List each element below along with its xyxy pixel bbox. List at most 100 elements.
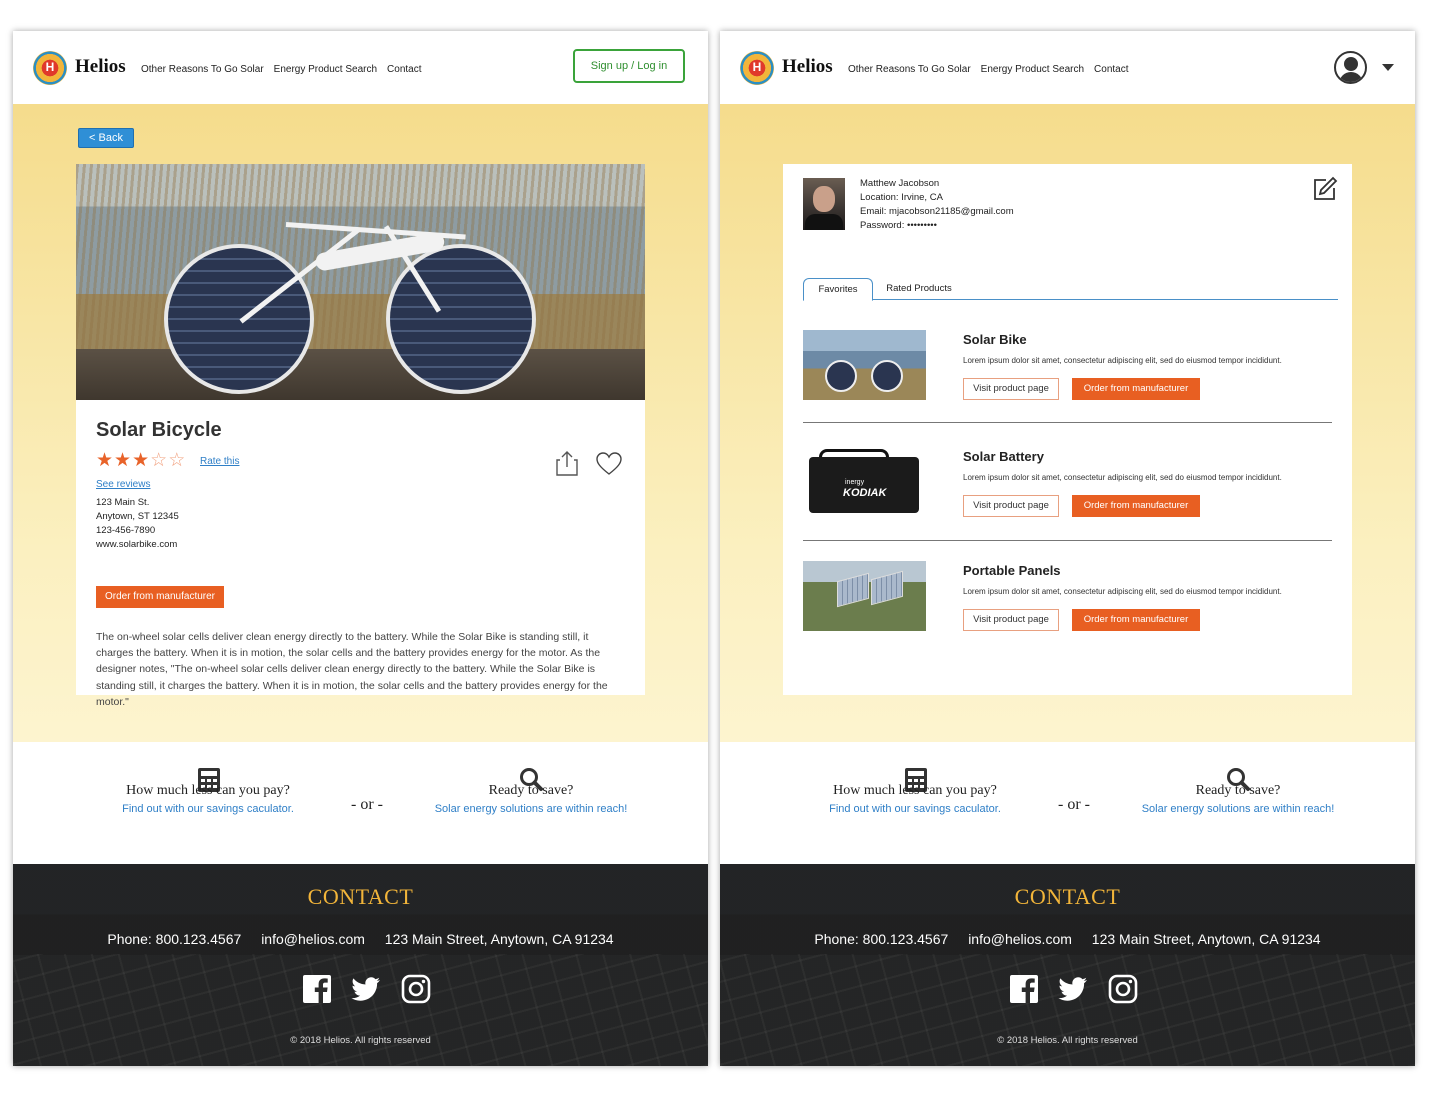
save-link[interactable]: Solar energy solutions are within reach!: [1108, 803, 1368, 815]
footer-phone: Phone: 800.123.4567: [107, 931, 242, 947]
footer: CONTACT Phone: 800.123.4567 info@helios.…: [13, 864, 708, 1066]
calc-link[interactable]: Find out with our savings caculator.: [785, 803, 1045, 815]
profile-name: Matthew Jacobson: [860, 178, 940, 189]
product-description: The on-wheel solar cells deliver clean e…: [96, 631, 608, 708]
panel-shape: [871, 570, 903, 606]
calc-question: How much less can you pay?: [126, 783, 290, 798]
contact-info: Phone: 800.123.4567 info@helios.com 123 …: [13, 931, 708, 947]
visit-product-button[interactable]: Visit product page: [963, 609, 1059, 631]
twitter-icon[interactable]: [351, 974, 381, 1004]
item-description: Lorem ipsum dolor sit amet, consectetur …: [963, 356, 1282, 365]
nav-other-reasons[interactable]: Other Reasons To Go Solar: [848, 64, 971, 75]
profile-face: [813, 186, 835, 212]
signup-login-button[interactable]: Sign up / Log in: [573, 49, 685, 83]
item-name[interactable]: Solar Bike: [963, 332, 1027, 347]
star-empty-icon[interactable]: ☆: [150, 451, 167, 470]
share-icon[interactable]: [555, 450, 579, 476]
profile-shirt: [805, 214, 843, 230]
order-from-manufacturer-button[interactable]: Order from manufacturer: [96, 586, 224, 608]
facebook-icon[interactable]: [302, 974, 332, 1004]
item-name[interactable]: Portable Panels: [963, 563, 1061, 578]
contact-heading: CONTACT: [307, 884, 414, 909]
order-from-manufacturer-button[interactable]: Order from manufacturer: [1072, 495, 1200, 517]
footer-address: 123 Main Street, Anytown, CA 91234: [1091, 931, 1321, 947]
copyright: © 2018 Helios. All rights reserved: [290, 1035, 431, 1046]
star-empty-icon[interactable]: ☆: [168, 451, 185, 470]
address-line2: Anytown, ST 12345: [96, 511, 179, 522]
item-name[interactable]: Solar Battery: [963, 449, 1044, 464]
nav-other-reasons[interactable]: Other Reasons To Go Solar: [141, 64, 264, 75]
edit-icon[interactable]: [1312, 176, 1338, 202]
nav-contact[interactable]: Contact: [1094, 64, 1128, 75]
portable-panels-thumbnail[interactable]: [803, 561, 926, 631]
product-details: Solar Bicycle ★ ★ ★ ☆ ☆ Rate this See re…: [96, 419, 626, 708]
avatar-body: [1339, 72, 1363, 82]
profile-location: Location: Irvine, CA: [860, 192, 943, 203]
battery-brand: inergy: [845, 479, 865, 486]
save-question: Ready to save?: [1195, 783, 1281, 798]
battery-model: KODIAK: [843, 487, 887, 499]
rate-this-link[interactable]: Rate this: [200, 456, 239, 467]
calc-link[interactable]: Find out with our savings caculator.: [78, 803, 338, 815]
footer-address: 123 Main Street, Anytown, CA 91234: [384, 931, 614, 947]
see-reviews-link[interactable]: See reviews: [96, 479, 150, 490]
solar-battery-thumbnail[interactable]: inergy KODIAK: [803, 447, 926, 517]
website[interactable]: www.solarbike.com: [96, 538, 179, 552]
brand-name[interactable]: Helios: [782, 56, 833, 78]
product-search-promo: Ready to save? Solar energy solutions ar…: [1108, 742, 1368, 815]
visit-product-button[interactable]: Visit product page: [963, 495, 1059, 517]
visit-product-button[interactable]: Visit product page: [963, 378, 1059, 400]
brand-name[interactable]: Helios: [75, 56, 126, 78]
favorite-item: Portable Panels Lorem ipsum dolor sit am…: [803, 561, 1333, 661]
logo-letter: H: [45, 60, 55, 74]
solar-bike-thumbnail[interactable]: [803, 330, 926, 400]
heart-icon[interactable]: [596, 452, 622, 476]
main-nav: Other Reasons To Go Solar Energy Product…: [141, 64, 422, 75]
footer-background-panels: [720, 954, 1415, 1066]
twitter-icon[interactable]: [1058, 974, 1088, 1004]
back-button[interactable]: < Back: [78, 128, 134, 148]
profile-info: Matthew Jacobson Location: Irvine, CA Em…: [860, 177, 1014, 233]
tab-rated-products[interactable]: Rated Products: [881, 278, 957, 300]
product-title: Solar Bicycle: [96, 419, 222, 441]
nav-contact[interactable]: Contact: [387, 64, 421, 75]
star-filled-icon[interactable]: ★: [132, 451, 149, 470]
footer-email[interactable]: info@helios.com: [261, 931, 365, 947]
user-avatar-icon[interactable]: [1334, 51, 1367, 84]
item-description: Lorem ipsum dolor sit amet, consectetur …: [963, 473, 1282, 482]
save-link[interactable]: Solar energy solutions are within reach!: [401, 803, 661, 815]
helios-logo[interactable]: H: [33, 51, 67, 85]
chevron-down-icon[interactable]: [1382, 64, 1394, 71]
nav-product-search[interactable]: Energy Product Search: [274, 64, 377, 75]
tab-favorites[interactable]: Favorites: [803, 278, 873, 301]
photo-rocks: [76, 349, 645, 400]
instagram-icon[interactable]: [1108, 974, 1138, 1004]
nav-product-search[interactable]: Energy Product Search: [981, 64, 1084, 75]
instagram-icon[interactable]: [401, 974, 431, 1004]
profile-page-mockup: H Helios Other Reasons To Go Solar Energ…: [720, 31, 1415, 1066]
helios-logo[interactable]: H: [740, 51, 774, 85]
facebook-icon[interactable]: [1009, 974, 1039, 1004]
address-line1: 123 Main St.: [96, 497, 150, 508]
order-from-manufacturer-button[interactable]: Order from manufacturer: [1072, 378, 1200, 400]
order-from-manufacturer-button[interactable]: Order from manufacturer: [1072, 609, 1200, 631]
logo-letter: H: [752, 60, 762, 74]
footer-phone: Phone: 800.123.4567: [814, 931, 949, 947]
header: H Helios Other Reasons To Go Solar Energ…: [720, 31, 1415, 104]
star-rating[interactable]: ★ ★ ★ ☆ ☆: [96, 451, 185, 470]
star-filled-icon[interactable]: ★: [96, 451, 113, 470]
profile-tabs: Favorites Rated Products: [803, 278, 1338, 301]
promo-strip: How much less can you pay? Find out with…: [720, 742, 1415, 864]
thumb-wheel: [825, 360, 857, 392]
manufacturer-contact: 123 Main St. Anytown, ST 12345 123-456-7…: [96, 496, 179, 552]
footer-email[interactable]: info@helios.com: [968, 931, 1072, 947]
header: H Helios Other Reasons To Go Solar Energ…: [13, 31, 708, 104]
avatar-head: [1344, 57, 1358, 71]
copyright: © 2018 Helios. All rights reserved: [997, 1035, 1138, 1046]
contact-heading: CONTACT: [1014, 884, 1121, 909]
star-filled-icon[interactable]: ★: [114, 451, 131, 470]
contact-info: Phone: 800.123.4567 info@helios.com 123 …: [720, 931, 1415, 947]
favorite-item: Solar Bike Lorem ipsum dolor sit amet, c…: [803, 330, 1333, 430]
savings-calculator-promo: How much less can you pay? Find out with…: [78, 742, 338, 815]
profile-photo: [803, 178, 845, 230]
